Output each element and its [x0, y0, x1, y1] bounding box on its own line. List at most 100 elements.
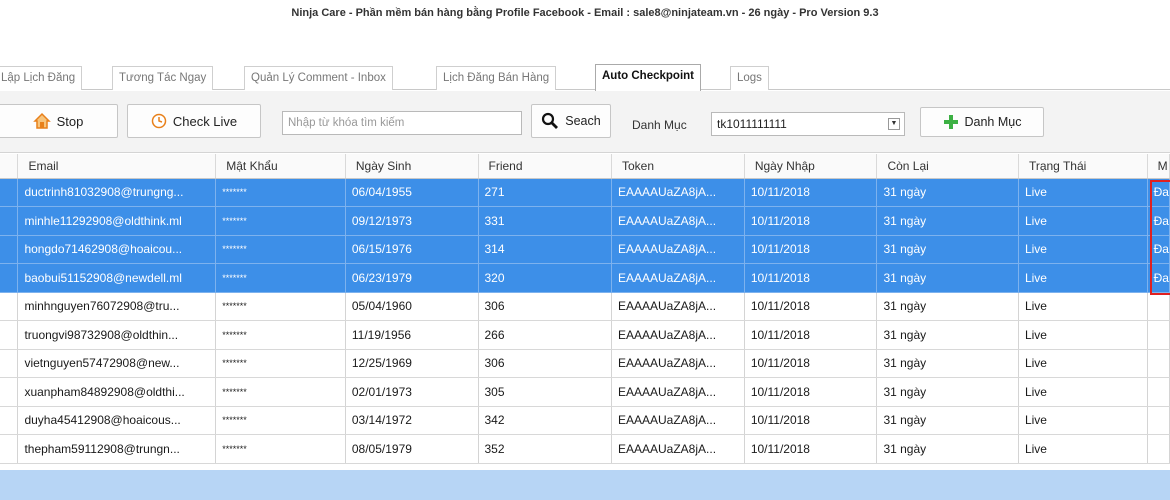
status-cell: Live: [1018, 178, 1148, 207]
imported-cell: 10/11/2018: [744, 263, 878, 293]
category-select-value: tk1011111111: [717, 117, 787, 131]
extra-cell: [1147, 320, 1170, 350]
col-status[interactable]: Trạng Thái: [1018, 154, 1148, 179]
category-select[interactable]: tk1011111111 ▼: [711, 112, 905, 136]
remain-cell: 31 ngày: [876, 263, 1019, 293]
search-button[interactable]: Seach: [531, 104, 611, 138]
status-cell: Live: [1018, 263, 1148, 293]
search-input[interactable]: Nhập từ khóa tìm kiếm: [282, 111, 522, 135]
row-selector[interactable]: [0, 320, 19, 350]
status-cell: Live: [1018, 235, 1148, 264]
tab-lich-dang-ban-hang[interactable]: Lịch Đăng Bán Hàng: [436, 66, 557, 90]
col-dob[interactable]: Ngày Sinh: [345, 154, 479, 179]
remain-cell: 31 ngày: [876, 377, 1019, 407]
email-cell: truongvi98732908@oldthin...: [17, 320, 217, 350]
remain-cell: 31 ngày: [876, 434, 1019, 464]
col-password[interactable]: Mật Khẩu: [215, 154, 346, 179]
friend-cell: 331: [478, 206, 612, 236]
status-cell: Live: [1018, 377, 1148, 407]
imported-cell: 10/11/2018: [744, 406, 878, 435]
status-cell: Live: [1018, 292, 1148, 321]
friend-cell: 342: [478, 406, 612, 435]
col-imported[interactable]: Ngày Nhập: [744, 154, 878, 179]
table-row[interactable]: baobui51152908@newdell.ml ******* 06/23/19…: [0, 263, 1170, 293]
window-title: Ninja Care - Phần mềm bán hàng bằng Prof…: [291, 7, 879, 19]
plus-icon: [943, 115, 958, 129]
password-cell: *******: [215, 292, 346, 321]
token-cell: EAAAAUaZA8jA...: [611, 406, 745, 435]
token-cell: EAAAAUaZA8jA...: [611, 320, 745, 350]
email-cell: duyha45412908@hoaicous...: [17, 406, 217, 435]
col-selector: [0, 154, 19, 179]
table-row[interactable]: hongdo71462908@hoaicou... ******* 06/15/19…: [0, 235, 1170, 264]
dob-cell: 03/14/1972: [345, 406, 479, 435]
row-selector[interactable]: [0, 263, 19, 293]
status-cell: Live: [1018, 320, 1148, 350]
imported-cell: 10/11/2018: [744, 349, 878, 378]
accounts-table: Email Mật Khẩu Ngày Sinh Friend Token Ng…: [0, 154, 1170, 464]
remain-cell: 31 ngày: [876, 320, 1019, 350]
password-cell: *******: [215, 206, 346, 236]
col-friend[interactable]: Friend: [478, 154, 612, 179]
status-cell: Live: [1018, 349, 1148, 378]
token-cell: EAAAAUaZA8jA...: [611, 377, 745, 407]
imported-cell: 10/11/2018: [744, 235, 878, 264]
friend-cell: 306: [478, 349, 612, 378]
row-selector[interactable]: [0, 434, 19, 464]
tab-lap-lich-dang[interactable]: Lập Lịch Đăng: [0, 66, 83, 90]
friend-cell: 320: [478, 263, 612, 293]
email-cell: hongdo71462908@hoaicou...: [17, 235, 217, 264]
col-remain[interactable]: Còn Lại: [876, 154, 1019, 179]
add-category-label: Danh Mục: [964, 115, 1022, 129]
email-cell: ductrinh81032908@trungng...: [17, 178, 217, 207]
tab-quan-ly-comment[interactable]: Quản Lý Comment - Inbox: [244, 66, 393, 90]
friend-cell: 314: [478, 235, 612, 264]
row-selector[interactable]: [0, 377, 19, 407]
stop-label: Stop: [56, 113, 84, 129]
email-cell: minhnguyen76072908@tru...: [17, 292, 217, 321]
extra-cell: [1147, 292, 1170, 321]
email-cell: thepham59112908@trungn...: [17, 434, 217, 464]
chevron-down-icon[interactable]: ▼: [888, 118, 900, 130]
imported-cell: 10/11/2018: [744, 292, 878, 321]
row-selector[interactable]: [0, 349, 19, 378]
dob-cell: 11/19/1956: [345, 320, 479, 350]
check-live-label: Check Live: [172, 113, 238, 129]
table-row[interactable]: thepham59112908@trungn... ******* 08/05/19…: [0, 434, 1170, 464]
table-row[interactable]: truongvi98732908@oldthin... ******* 11/19/…: [0, 320, 1170, 350]
row-selector[interactable]: [0, 206, 19, 236]
row-selector[interactable]: [0, 235, 19, 264]
table-row[interactable]: minhle11292908@oldthink.ml ******* 09/12/1…: [0, 206, 1170, 236]
col-extra[interactable]: M: [1147, 154, 1170, 179]
table-row[interactable]: minhnguyen76072908@tru... ******* 05/04/19…: [0, 292, 1170, 321]
row-selector[interactable]: [0, 292, 19, 321]
col-token[interactable]: Token: [611, 154, 745, 179]
row-selector[interactable]: [0, 406, 19, 435]
table-row[interactable]: vietnguyen57472908@new... ******* 12/25/19…: [0, 349, 1170, 378]
toolbar: Stop Check Live Nhập từ khóa tìm kiếm Se…: [0, 91, 1170, 153]
tab-auto-checkpoint[interactable]: Auto Checkpoint: [595, 64, 701, 91]
password-cell: *******: [215, 263, 346, 293]
table-row[interactable]: xuanpham84892908@oldthi... ******* 02/01/1…: [0, 377, 1170, 407]
table-row[interactable]: ductrinh81032908@trungng... ******* 06/04/…: [0, 178, 1170, 207]
dob-cell: 12/25/1969: [345, 349, 479, 378]
table-row[interactable]: duyha45412908@hoaicous... ******* 03/14/19…: [0, 406, 1170, 435]
friend-cell: 271: [478, 178, 612, 207]
dob-cell: 02/01/1973: [345, 377, 479, 407]
row-selector[interactable]: [0, 178, 19, 207]
col-email[interactable]: Email: [17, 154, 217, 179]
tab-logs[interactable]: Logs: [730, 66, 769, 90]
extra-cell: Đa: [1147, 235, 1170, 264]
table-header: Email Mật Khẩu Ngày Sinh Friend Token Ng…: [0, 154, 1170, 179]
tab-tuong-tac-ngay[interactable]: Tương Tác Ngay: [112, 66, 214, 90]
add-category-button[interactable]: Danh Mục: [920, 107, 1044, 137]
password-cell: *******: [215, 235, 346, 264]
check-live-button[interactable]: Check Live: [127, 104, 261, 138]
email-cell: xuanpham84892908@oldthi...: [17, 377, 217, 407]
token-cell: EAAAAUaZA8jA...: [611, 349, 745, 378]
stop-button[interactable]: Stop: [0, 104, 118, 138]
password-cell: *******: [215, 377, 346, 407]
imported-cell: 10/11/2018: [744, 178, 878, 207]
password-cell: *******: [215, 406, 346, 435]
remain-cell: 31 ngày: [876, 406, 1019, 435]
